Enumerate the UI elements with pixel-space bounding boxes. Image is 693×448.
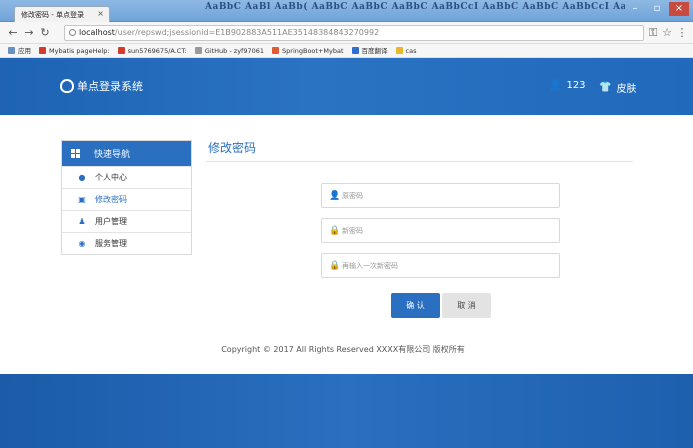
bookmark-label: SpringBoot+Mybat [282, 47, 344, 55]
bookmarks-bar: 应用 Mybatis pageHelp: sun5769675/A.CT: GitHu… [0, 44, 693, 58]
sidebar-item-profile[interactable]: ● 个人中心 [62, 166, 191, 188]
window-close-icon[interactable]: × [669, 2, 689, 16]
sidebar-item-user-management[interactable]: ♟ 用户管理 [62, 210, 191, 232]
bookmark-item[interactable]: Mybatis pageHelp: [39, 44, 110, 57]
user-menu[interactable]: 👤 123 [549, 80, 586, 91]
new-password-input[interactable] [342, 226, 542, 235]
tab-close-icon[interactable]: × [97, 9, 104, 18]
title-divider [206, 161, 633, 162]
bookmark-label: GitHub - zyf97061 [204, 47, 265, 55]
copyright-text: Copyright © 2017 All Rights Reserved XXX… [0, 344, 693, 355]
title-banner: AaBbC AaBl AaBb( AaBbC AaBbC AaBbC AaBbC… [205, 2, 625, 12]
sidebar-heading: 快速导航 [62, 141, 191, 166]
browser-titlebar: 修改密码 - 单点登录 × AaBbC AaBl AaBb( AaBbC AaB… [0, 0, 693, 22]
browser-tab[interactable]: 修改密码 - 单点登录 × [14, 6, 110, 22]
bookmark-favicon-icon [351, 47, 359, 54]
key-icon[interactable]: ⚿ [646, 26, 660, 40]
bookmark-favicon-icon [39, 47, 46, 54]
bookmark-label: Mybatis pageHelp: [49, 47, 110, 55]
bookmark-label: sun5769675/A.CT: [127, 47, 187, 55]
forward-icon[interactable]: → [22, 26, 36, 40]
page-header: 单点登录系统 👤 123 👕 皮肤 [0, 58, 693, 115]
skin-menu[interactable]: 👕 皮肤 [599, 80, 636, 95]
bookmark-label: 应用 [18, 47, 31, 55]
bookmark-favicon-icon [272, 47, 280, 54]
bookmark-item[interactable]: sun5769675/A.CT: [117, 44, 187, 57]
skin-label: 皮肤 [616, 84, 637, 95]
user-icon: 👤 [329, 190, 341, 201]
lock-icon: 🔒 [329, 260, 341, 271]
page-title: 修改密码 [208, 141, 257, 155]
minimize-icon[interactable]: – [625, 2, 645, 16]
url-path: /user/repswd;jsessionid=E1B902883A511AE3… [114, 28, 380, 37]
tab-title: 修改密码 - 单点登录 [21, 11, 84, 19]
lock-icon: ▣ [78, 195, 86, 204]
browser-toolbar: ← → ↻ localhost/user/repswd;jsessionid=E… [0, 22, 693, 44]
bookmark-favicon-icon [194, 47, 202, 54]
lock-icon: 🔒 [329, 225, 341, 236]
reload-icon[interactable]: ↻ [38, 26, 52, 40]
bookmark-favicon-icon [395, 47, 403, 54]
app-title: 单点登录系统 [77, 80, 143, 93]
grid-icon [71, 149, 80, 158]
old-password-field[interactable]: 👤 [321, 183, 560, 208]
bookmark-item[interactable]: 应用 [8, 44, 31, 57]
sidebar-item-service-management[interactable]: ◉ 服务管理 [62, 232, 191, 254]
maximize-icon[interactable]: ▫ [647, 2, 667, 16]
bookmark-item[interactable]: GitHub - zyf97061 [194, 44, 265, 57]
bookmark-item[interactable]: cas [395, 44, 417, 57]
sidebar: 快速导航 ● 个人中心 ▣ 修改密码 ♟ 用户管理 ◉ 服务管理 [61, 140, 192, 255]
bookmark-item[interactable]: 百度翻译 [351, 44, 388, 57]
confirm-password-field[interactable]: 🔒 [321, 253, 560, 278]
confirm-password-input[interactable] [342, 261, 542, 270]
address-bar[interactable]: localhost/user/repswd;jsessionid=E1B9028… [64, 25, 644, 41]
bookmark-star-icon[interactable]: ☆ [660, 26, 674, 40]
page-info-icon[interactable] [69, 29, 76, 36]
sidebar-item-label: 服务管理 [95, 239, 127, 248]
bookmark-label: 百度翻译 [361, 47, 388, 55]
bookmark-item[interactable]: SpringBoot+Mybat [272, 44, 344, 57]
new-password-field[interactable]: 🔒 [321, 218, 560, 243]
sidebar-item-label: 用户管理 [95, 217, 127, 226]
app-logo[interactable]: 单点登录系统 [60, 78, 143, 94]
shirt-icon: 👕 [599, 82, 612, 93]
window-controls: – ▫ × [625, 2, 689, 16]
page-footer [0, 374, 693, 448]
username: 123 [566, 80, 586, 91]
copyright-label: Copyright © 2017 All Rights Reserved XXX… [221, 345, 465, 354]
users-icon: ♟ [78, 217, 86, 226]
cancel-button[interactable]: 取 消 [442, 293, 491, 318]
eye-icon: ◉ [78, 239, 86, 248]
user-icon: ● [78, 173, 86, 182]
back-icon[interactable]: ← [6, 26, 20, 40]
shield-icon [60, 79, 74, 93]
bookmark-favicon-icon [117, 47, 125, 54]
sidebar-item-label: 个人中心 [95, 173, 127, 182]
menu-icon[interactable]: ⋮ [675, 26, 689, 40]
bookmark-favicon-icon [8, 47, 15, 54]
sidebar-heading-label: 快速导航 [94, 150, 131, 160]
sidebar-item-change-password[interactable]: ▣ 修改密码 [62, 188, 191, 210]
sidebar-item-label: 修改密码 [95, 195, 127, 204]
bookmark-label: cas [405, 47, 417, 55]
user-icon: 👤 [549, 80, 562, 91]
url-host: localhost [79, 28, 115, 37]
confirm-button[interactable]: 确 认 [391, 293, 440, 318]
old-password-input[interactable] [342, 191, 542, 200]
